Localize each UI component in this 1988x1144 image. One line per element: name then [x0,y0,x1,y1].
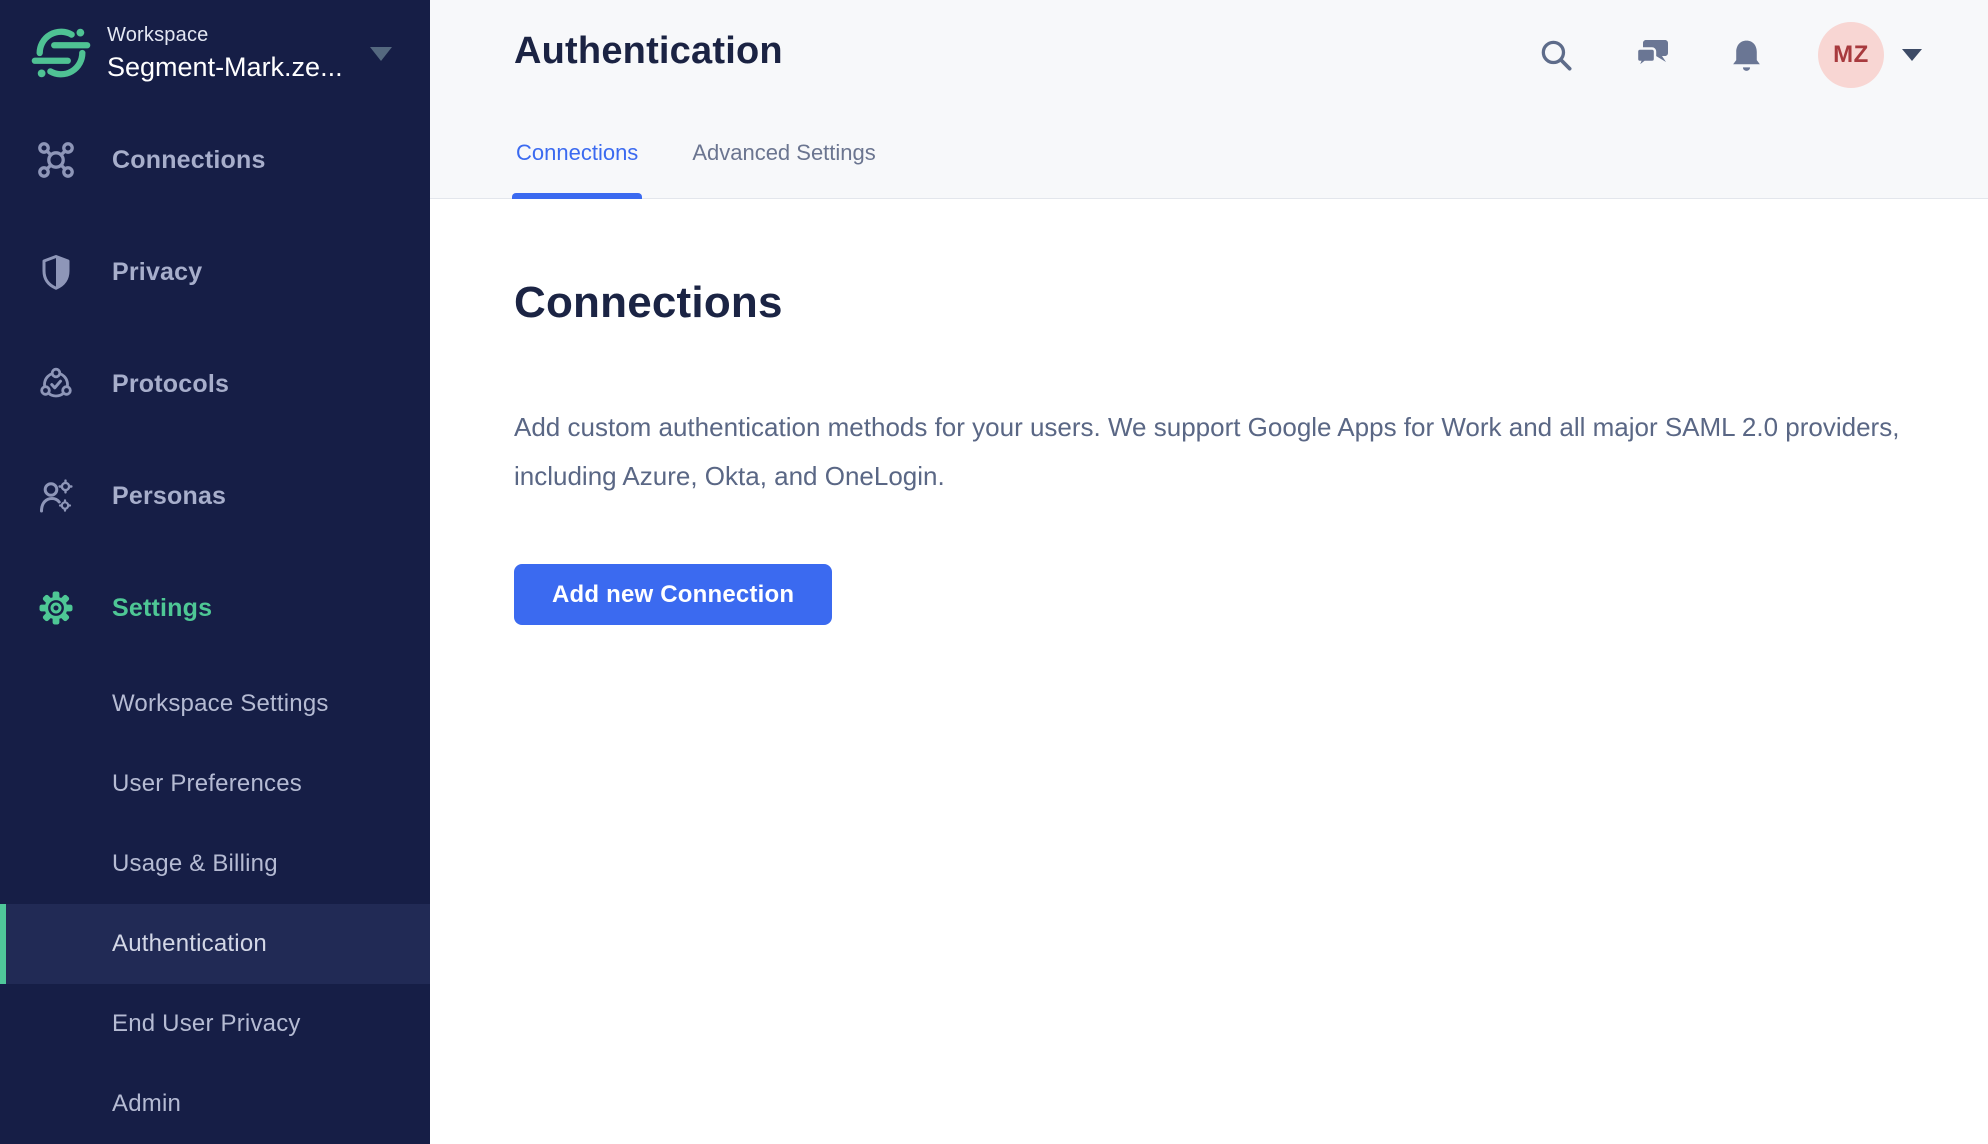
sidebar-subitem-label: User Preferences [112,770,302,798]
sidebar-item-personas[interactable]: Personas [0,440,430,552]
sidebar-item-authentication[interactable]: Authentication [0,904,430,984]
sidebar-subitem-label: Workspace Settings [112,690,329,718]
section-description: Add custom authentication methods for yo… [514,403,1944,501]
sidebar-item-label: Connections [112,146,266,175]
main-content: Connections Add custom authentication me… [430,200,1988,1144]
sidebar-item-label: Protocols [112,370,229,399]
sidebar-item-usage-billing[interactable]: Usage & Billing [0,824,430,904]
sidebar-item-privacy[interactable]: Privacy [0,216,430,328]
section-heading: Connections [514,278,1988,328]
sidebar-subitem-label: Authentication [112,930,267,958]
tab-connections[interactable]: Connections [514,140,640,198]
avatar[interactable]: MZ [1818,22,1884,88]
settings-subnav: Workspace Settings User Preferences Usag… [0,664,430,1144]
topbar: Authentication MZ Connections Adva [430,0,1988,199]
sidebar-item-protocols[interactable]: Protocols [0,328,430,440]
active-indicator [0,904,6,984]
segment-logo-icon [30,22,92,84]
sidebar-subitem-label: Usage & Billing [112,850,278,878]
settings-gear-icon [35,587,77,629]
sidebar-item-label: Settings [112,594,212,623]
privacy-icon [35,251,77,293]
page-title: Authentication [514,30,783,73]
sidebar-nav: Connections Privacy Proto [0,104,430,1144]
connections-icon [35,139,77,181]
bell-icon[interactable] [1728,37,1765,74]
sidebar-item-label: Privacy [112,258,202,287]
chat-icon[interactable] [1632,37,1672,74]
sidebar-item-admin[interactable]: Admin [0,1064,430,1144]
tab-advanced-settings[interactable]: Advanced Settings [690,140,877,198]
topbar-actions: MZ [1538,22,1922,88]
tab-bar: Connections Advanced Settings [514,140,878,198]
add-new-connection-button[interactable]: Add new Connection [514,564,832,625]
protocols-icon [35,363,77,405]
sidebar-item-label: Personas [112,482,226,511]
avatar-initials: MZ [1833,41,1869,69]
workspace-label: Workspace [107,24,343,47]
sidebar-item-end-user-privacy[interactable]: End User Privacy [0,984,430,1064]
chevron-down-icon [370,47,392,61]
workspace-info: Workspace Segment-Mark.ze... [107,24,343,83]
sidebar-item-settings[interactable]: Settings [0,552,430,664]
workspace-name: Segment-Mark.ze... [107,52,343,83]
sidebar-item-user-preferences[interactable]: User Preferences [0,744,430,824]
caret-down-icon[interactable] [1902,49,1922,61]
sidebar-item-workspace-settings[interactable]: Workspace Settings [0,664,430,744]
sidebar-subitem-label: Admin [112,1090,181,1118]
sidebar-item-connections[interactable]: Connections [0,104,430,216]
search-icon[interactable] [1538,37,1575,74]
personas-icon [35,475,77,517]
workspace-switcher[interactable]: Workspace Segment-Mark.ze... [0,0,430,100]
sidebar-subitem-label: End User Privacy [112,1010,301,1038]
sidebar: Workspace Segment-Mark.ze... Conne [0,0,430,1144]
